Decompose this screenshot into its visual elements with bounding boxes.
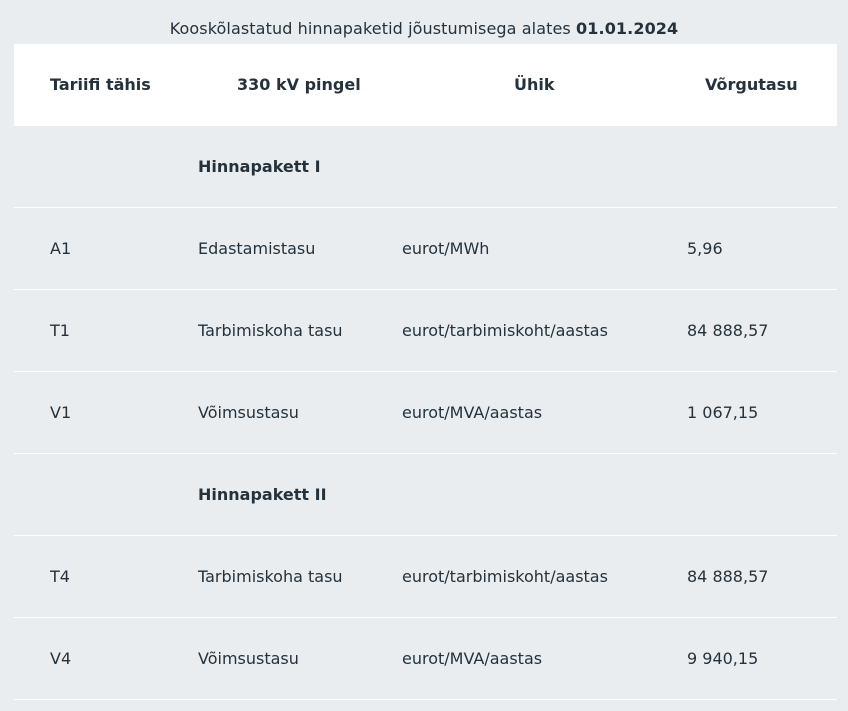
cell-unit: eurot/MVA/aastas	[402, 648, 543, 668]
cell-unit: eurot/MWh	[402, 238, 490, 258]
table-row-group: Hinnapakett I	[14, 126, 837, 208]
caption-date: 01.01.2024	[576, 19, 679, 38]
cell-fee: 5,96	[687, 238, 723, 258]
price-table: Tariifi tähis 330 kV pingel Ühik Võrguta…	[14, 44, 837, 700]
table-row: A1 Edastamistasu eurot/MWh 5,96	[14, 208, 837, 290]
cell-code: T4	[50, 566, 70, 586]
cell-unit: eurot/MVA/aastas	[402, 402, 543, 422]
cell-fee: 84 888,57	[687, 320, 769, 340]
group-title: Hinnapakett I	[198, 156, 321, 176]
table-row: T1 Tarbimiskoha tasu eurot/tarbimiskoht/…	[14, 290, 837, 372]
cell-description: Võimsustasu	[198, 648, 299, 668]
table-row: T4 Tarbimiskoha tasu eurot/tarbimiskoht/…	[14, 536, 837, 618]
cell-fee: 84 888,57	[687, 566, 769, 586]
header-network-fee: Võrgutasu	[705, 75, 798, 94]
cell-description: Võimsustasu	[198, 402, 299, 422]
cell-fee: 9 940,15	[687, 648, 759, 668]
table-row-group: Hinnapakett II	[14, 454, 837, 536]
cell-code: T1	[50, 320, 70, 340]
cell-unit: eurot/tarbimiskoht/aastas	[402, 320, 608, 340]
cell-code: A1	[50, 238, 72, 258]
header-voltage: 330 kV pingel	[237, 75, 361, 94]
cell-code: V4	[50, 648, 72, 668]
cell-description: Tarbimiskoha tasu	[198, 320, 343, 340]
cell-fee: 1 067,15	[687, 402, 759, 422]
table-header-row: Tariifi tähis 330 kV pingel Ühik Võrguta…	[14, 44, 837, 126]
cell-description: Edastamistasu	[198, 238, 316, 258]
cell-unit: eurot/tarbimiskoht/aastas	[402, 566, 608, 586]
caption-text: Kooskõlastatud hinnapaketid jõustumisega…	[169, 19, 577, 38]
cell-description: Tarbimiskoha tasu	[198, 566, 343, 586]
group-title: Hinnapakett II	[198, 484, 327, 504]
table-row: V4 Võimsustasu eurot/MVA/aastas 9 940,15	[14, 618, 837, 700]
header-tariff-code: Tariifi tähis	[50, 75, 151, 94]
cell-code: V1	[50, 402, 72, 422]
table-caption: Kooskõlastatud hinnapaketid jõustumisega…	[0, 17, 848, 41]
header-unit: Ühik	[514, 75, 555, 94]
table-row: V1 Võimsustasu eurot/MVA/aastas 1 067,15	[14, 372, 837, 454]
